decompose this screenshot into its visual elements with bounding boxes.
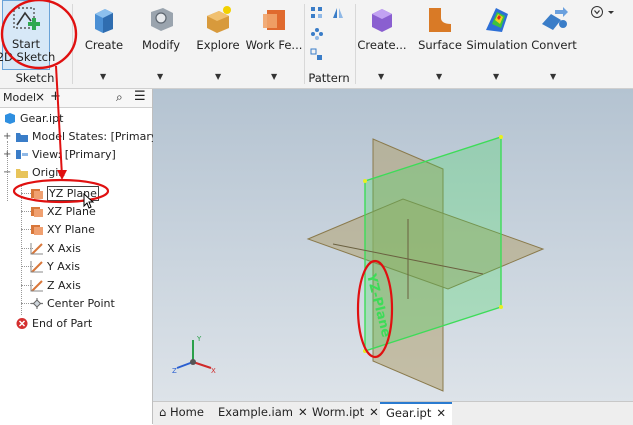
- center-point-icon: [31, 297, 43, 309]
- create-freeform-label: Create...: [357, 38, 407, 52]
- group-label-pattern: Pattern: [308, 71, 350, 85]
- coordinate-triad-icon: Y Z X: [172, 335, 216, 374]
- create-freeform-button[interactable]: Create...: [357, 0, 407, 68]
- svg-text:Y: Y: [196, 335, 202, 343]
- separator: [355, 4, 356, 84]
- tab-label: Example.iam: [218, 405, 293, 419]
- tab-gear-ipt[interactable]: Gear.ipt ✕: [380, 402, 453, 425]
- stress-analysis-icon: [486, 8, 508, 32]
- close-icon[interactable]: ✕: [436, 406, 446, 420]
- surface-icon: [429, 8, 451, 32]
- plane-icon: [31, 206, 43, 217]
- explore-icon: [207, 6, 231, 33]
- work-features-dropdown-arrow[interactable]: ▼: [271, 72, 277, 81]
- work-plane-icon: [263, 10, 285, 30]
- convert-icon: [542, 7, 568, 30]
- tab-label: Home: [169, 405, 204, 419]
- rectangular-pattern-icon[interactable]: [310, 6, 324, 20]
- tree-item-label: Y Axis: [47, 259, 81, 273]
- tree-item-label: Z Axis: [47, 278, 81, 292]
- explore-dropdown-arrow[interactable]: ▼: [215, 72, 221, 81]
- surface-label: Surface: [418, 38, 462, 52]
- convert-button[interactable]: Convert: [531, 0, 577, 68]
- tab-label: Gear.ipt: [386, 406, 432, 420]
- tree-item-label: X Axis: [47, 241, 81, 255]
- surface-button[interactable]: Surface: [418, 0, 462, 68]
- tree-line: [21, 185, 22, 315]
- convert-dropdown-arrow[interactable]: ▼: [550, 72, 556, 81]
- tree-item-x-axis[interactable]: X Axis: [30, 239, 81, 257]
- tree-item-end-of-part[interactable]: End of Part: [15, 314, 92, 332]
- tree-item-z-axis[interactable]: Z Axis: [30, 276, 81, 294]
- tab-label: Worm.ipt: [312, 405, 365, 419]
- annotation-overlay: [0, 0, 78, 180]
- end-of-part-icon: [16, 317, 28, 329]
- freeform-box-icon: [372, 9, 392, 32]
- simulation-button[interactable]: Simulation: [466, 0, 528, 68]
- sketch-pattern-icon[interactable]: [310, 48, 324, 62]
- convert-label: Convert: [531, 38, 577, 52]
- home-icon: ⌂: [159, 405, 167, 419]
- explore-button[interactable]: Explore: [196, 0, 240, 68]
- simulation-label: Simulation: [466, 38, 528, 52]
- axis-icon: [30, 242, 43, 255]
- tree-item-y-axis[interactable]: Y Axis: [30, 257, 80, 275]
- work-features-button[interactable]: Work Fe...: [246, 0, 302, 68]
- origin-planes: YZ-Plane: [306, 135, 545, 392]
- tab-example-iam[interactable]: Example.iam ✕: [218, 405, 308, 419]
- axis-icon: [30, 279, 43, 292]
- simulation-dropdown-arrow[interactable]: ▼: [493, 72, 499, 81]
- close-icon[interactable]: ✕: [369, 405, 379, 419]
- tree-item-center-point[interactable]: Center Point: [30, 294, 115, 312]
- work-features-label: Work Fe...: [245, 38, 303, 52]
- surface-dropdown-arrow[interactable]: ▼: [436, 72, 442, 81]
- graphics-viewport[interactable]: YZ-Plane Y Z X: [153, 89, 633, 401]
- tree-item-label: End of Part: [32, 316, 93, 330]
- create-freeform-dropdown-arrow[interactable]: ▼: [378, 72, 384, 81]
- svg-text:Z: Z: [172, 367, 177, 374]
- tree-item-label: XY Plane: [47, 222, 95, 236]
- close-icon[interactable]: ✕: [298, 405, 308, 419]
- tab-worm-ipt[interactable]: Worm.ipt ✕: [312, 405, 379, 419]
- tree-item-label: Center Point: [47, 296, 115, 310]
- document-tab-bar: ⌂ Home Example.iam ✕ Worm.ipt ✕ Gear.ipt ✕: [153, 401, 633, 425]
- mirror-icon[interactable]: [331, 6, 345, 20]
- tree-item-xy-plane[interactable]: XY Plane: [30, 220, 95, 238]
- ribbon-options-icon[interactable]: [590, 5, 616, 19]
- plane-icon: [31, 224, 43, 235]
- axis-icon: [30, 260, 43, 273]
- circular-pattern-icon[interactable]: [310, 27, 324, 41]
- svg-text:X: X: [211, 367, 216, 374]
- explore-label: Explore: [196, 38, 240, 52]
- tab-home[interactable]: ⌂ Home: [159, 405, 204, 419]
